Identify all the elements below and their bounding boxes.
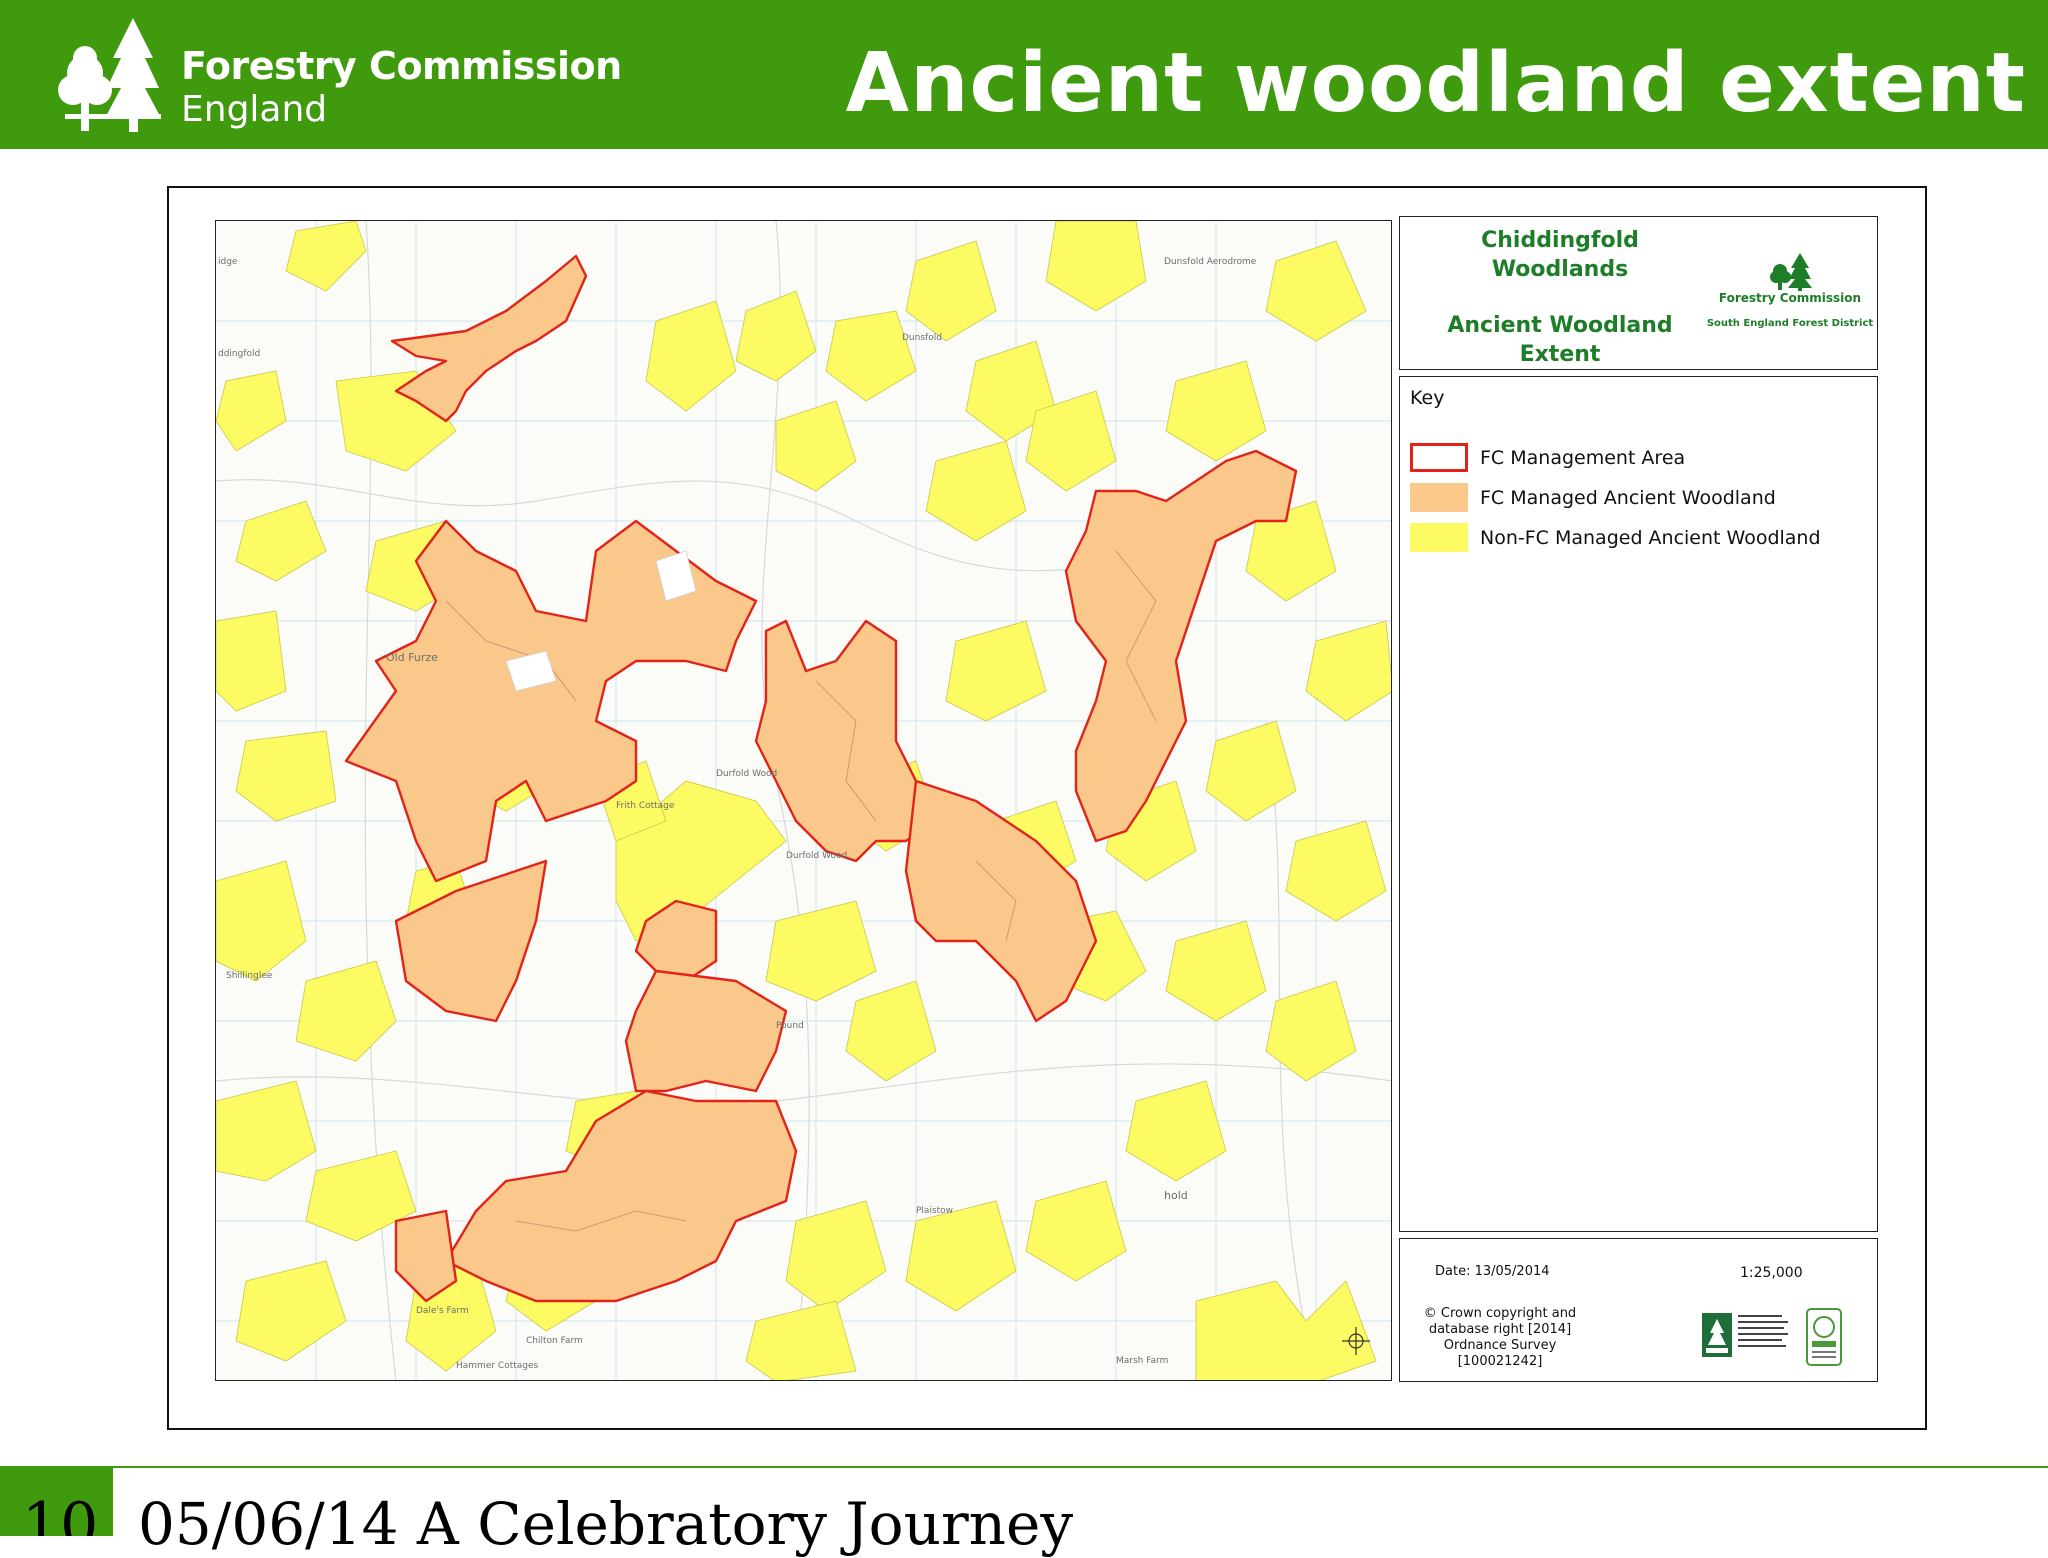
map-label: Plaistow bbox=[916, 1206, 954, 1216]
forestry-commission-tree-icon bbox=[1770, 253, 1812, 291]
map-label: Old Furze bbox=[386, 651, 438, 664]
map-label: Marsh Farm bbox=[1116, 1356, 1169, 1366]
woodland-map[interactable]: idge ddingfold Dunsfold Dunsfold Aerodro… bbox=[215, 220, 1392, 1381]
map-label: Shillinglee bbox=[226, 971, 273, 981]
map-info-panel: Date: 13/05/2014 1:25,000 © Crown copyri… bbox=[1399, 1238, 1878, 1382]
map-label: idge bbox=[218, 257, 238, 267]
map-subtitle-line1: Ancient Woodland bbox=[1447, 313, 1673, 338]
map-label: Durfold Wood bbox=[786, 851, 848, 861]
map-label: hold bbox=[1164, 1189, 1188, 1202]
map-label: Frith Cottage bbox=[616, 801, 675, 811]
map-subtitle-line2: Extent bbox=[1519, 342, 1601, 367]
map-label: Dale's Farm bbox=[416, 1306, 469, 1316]
key-label-fc-management-area: FC Management Area bbox=[1480, 447, 1686, 469]
org-name: Forestry Commission bbox=[181, 44, 622, 88]
copyright-line: © Crown copyright and bbox=[1423, 1306, 1577, 1321]
key-swatch-fc-managed-woodland bbox=[1410, 483, 1468, 512]
key-label-fc-managed-woodland: FC Managed Ancient Woodland bbox=[1480, 487, 1776, 509]
footer-divider bbox=[0, 1466, 2048, 1468]
map-title-line1: Chiddingfold bbox=[1481, 228, 1639, 253]
fsc-certification-logo-icon bbox=[1702, 1313, 1788, 1357]
map-scale: 1:25,000 bbox=[1740, 1265, 1803, 1281]
map-label: Dunsfold bbox=[902, 333, 942, 343]
map-graphic bbox=[216, 221, 1391, 1380]
map-label: Hammer Cottages bbox=[456, 1361, 539, 1371]
copyright-line: Ordnance Survey bbox=[1443, 1338, 1557, 1353]
map-title-line2: Woodlands bbox=[1491, 257, 1629, 282]
slide-number-box: 10 bbox=[0, 1468, 113, 1536]
map-label: Dunsfold Aerodrome bbox=[1164, 257, 1257, 267]
map-date: Date: 13/05/2014 bbox=[1435, 1264, 1550, 1279]
tree-logo-icon bbox=[58, 18, 161, 132]
map-key-panel: Key FC Management Area FC Managed Ancien… bbox=[1399, 376, 1878, 1232]
map-label: Chilton Farm bbox=[526, 1336, 583, 1346]
copyright-notice: © Crown copyright and database right [20… bbox=[1420, 1306, 1580, 1370]
slide-title: Ancient woodland extent bbox=[845, 36, 2026, 131]
key-label-non-fc-woodland: Non-FC Managed Ancient Woodland bbox=[1480, 527, 1821, 549]
key-swatch-fc-management-area bbox=[1410, 443, 1468, 472]
map-label: ddingfold bbox=[218, 349, 261, 359]
fc-logo-name: Forestry Commission bbox=[1718, 291, 1862, 305]
map-label: Durfold Wood bbox=[716, 769, 778, 779]
key-title: Key bbox=[1410, 387, 1445, 409]
map-label: Pound bbox=[776, 1021, 804, 1031]
map-title-panel: Chiddingfold Woodlands Ancient Woodland … bbox=[1399, 216, 1878, 370]
copyright-line: database right [2014] bbox=[1428, 1322, 1572, 1337]
copyright-line: [100021242] bbox=[1457, 1354, 1543, 1369]
pefc-certification-logo-icon bbox=[1806, 1308, 1842, 1366]
header-bar: Forestry Commission England Ancient wood… bbox=[0, 0, 2048, 149]
footer-text: 05/06/14 A Celebratory Journey bbox=[138, 1490, 1074, 1558]
slide-number: 10 bbox=[22, 1490, 99, 1536]
key-swatch-non-fc-woodland bbox=[1410, 523, 1468, 552]
org-region: England bbox=[181, 89, 328, 130]
fc-logo-district: South England Forest District bbox=[1706, 318, 1874, 329]
